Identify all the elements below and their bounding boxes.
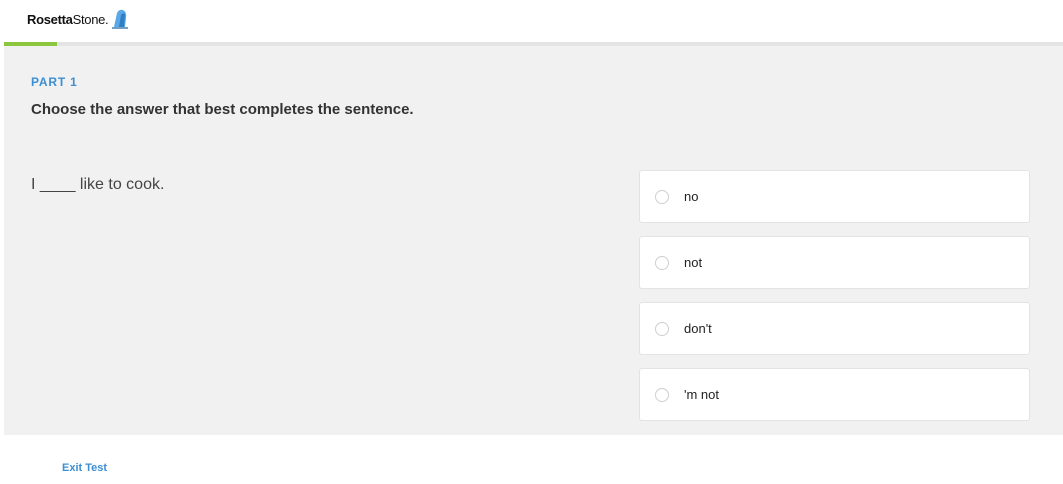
answer-option[interactable]: 'm not [639,368,1030,421]
answer-option-label: 'm not [684,387,719,402]
logo-text: RosettaStone. [27,12,109,27]
answer-option[interactable]: no [639,170,1030,223]
stone-icon [112,9,129,29]
answer-option[interactable]: not [639,236,1030,289]
answer-option[interactable]: don't [639,302,1030,355]
answer-option-label: no [684,189,699,204]
part-label: PART 1 [31,75,78,89]
answer-option-label: don't [684,321,712,336]
answer-choices: no not don't 'm not [639,170,1030,434]
question-panel: PART 1 Choose the answer that best compl… [4,46,1063,435]
answer-option-label: not [684,255,703,270]
question-sentence: I ____ like to cook. [31,176,165,193]
radio-button[interactable] [655,387,669,402]
radio-button[interactable] [655,321,669,336]
radio-button[interactable] [655,189,669,204]
question-instruction: Choose the answer that best completes th… [31,101,414,118]
radio-button[interactable] [655,255,669,270]
app-header: RosettaStone. [0,0,1063,42]
exit-test-link[interactable]: Exit Test [62,462,107,474]
rosetta-stone-logo: RosettaStone. [27,9,129,29]
